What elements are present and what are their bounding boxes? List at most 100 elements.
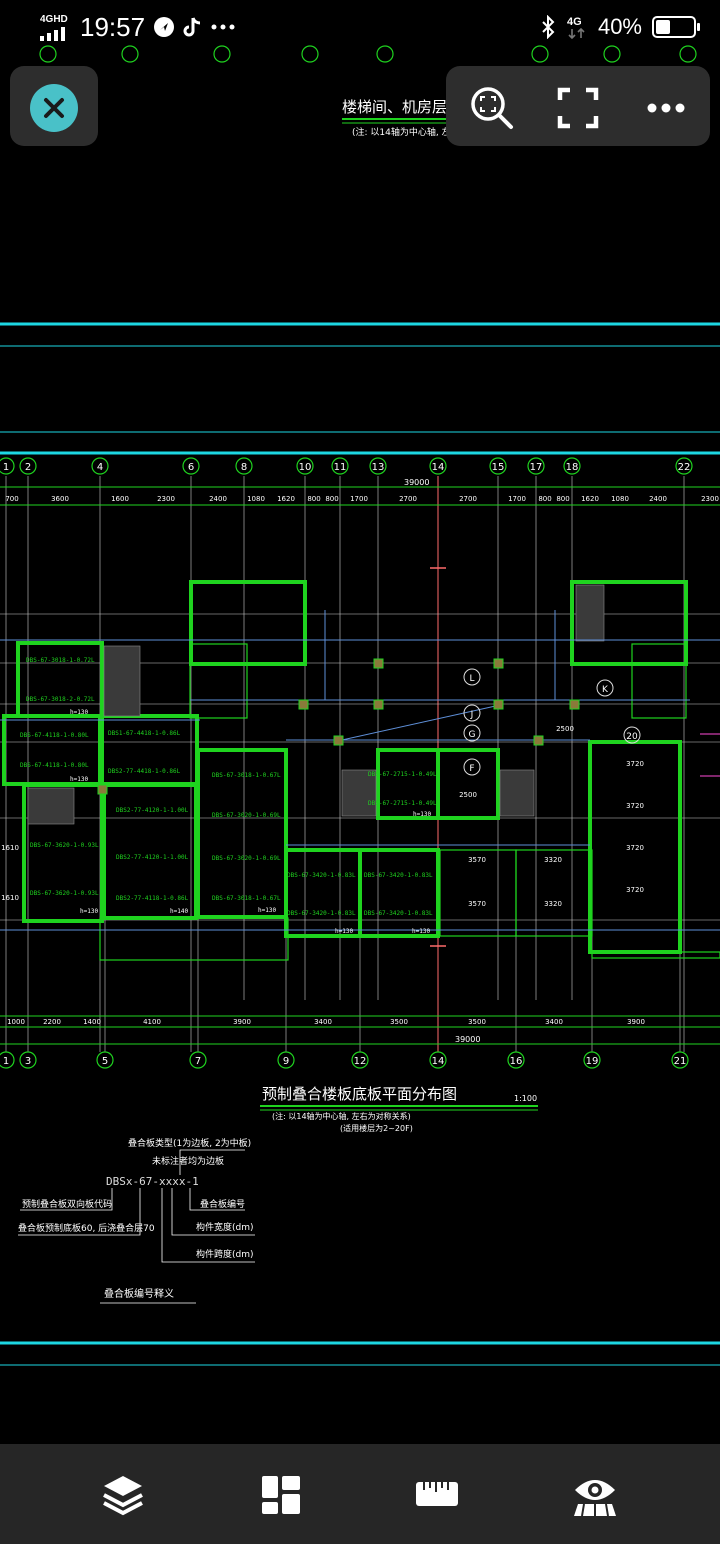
panel-label: DBS-67-3020-1-0.69L [212,812,281,819]
plan-note-2: (适用楼层为2~20F) [340,1123,413,1133]
layout-icon[interactable] [258,1472,304,1518]
dim: 1610 [1,844,19,852]
grid-letter: J [470,710,474,720]
legend-item: 预制叠合板双向板代码 [22,1198,112,1210]
grid-letter: K [602,685,609,695]
panel-label: DBS-67-3420-1-0.83L [364,872,433,879]
dim: 1700 [350,495,368,503]
dim: 3900 [627,1018,645,1026]
zoom-search-icon[interactable] [468,84,516,132]
dim: 3400 [545,1018,563,1026]
legend-item: 构件跨度(dm) [196,1248,254,1260]
layers-icon[interactable] [100,1472,146,1518]
dim: 1700 [508,495,526,503]
grid-letter: 20 [626,732,638,742]
mobile-data-icon: 4G [567,16,585,40]
legend-item: 构件宽度(dm) [196,1221,254,1233]
plan-title: 预制叠合楼板底板平面分布图 [262,1085,457,1103]
grid-letter: F [469,764,474,774]
dim: 2500 [556,725,574,733]
bottom-toolbar [0,1444,720,1544]
close-button[interactable] [10,66,98,146]
axis-label-top: 10 [299,462,312,473]
dim: 2300 [157,495,175,503]
axis-label-bottom: 1 [3,1056,9,1067]
dim: 3320 [544,856,562,864]
dim: 3720 [626,802,644,810]
panel-label: DBS-67-3420-1-0.83L [364,910,433,917]
axis-label-top: 4 [97,462,103,473]
panel-label: DBS-67-3018-1-0.72L [26,657,95,664]
panel-label: DBS-67-3020-1-0.69L [212,855,281,862]
battery-percent: 40% [597,14,642,39]
panel-label: DBS-67-2715-1-0.49L [368,771,437,778]
panel-label: DBS1-67-4418-1-0.86L [108,730,181,737]
plan-dims: 2500 2500 3570 3320 3570 3320 3720 3720 … [1,725,644,908]
axis-label-top: 18 [566,462,579,473]
panel-label: DBS-67-3018-1-0.67L [212,772,281,779]
panel-label: DBS2-77-4120-1-1.00L [116,807,189,814]
code-legend: DBSx-67-xxxx-1 叠合板类型(1为边板, 2为中板) 未标注者均为边… [18,1137,255,1304]
panel-label: DBS2-77-4120-1-1.00L [116,854,189,861]
legend-item: 未标注者均为边板 [152,1155,224,1167]
axis-label-bottom: 7 [195,1056,201,1067]
axis-label-top: 13 [372,462,385,473]
top-dim-row: 700 3600 1600 2300 2400 1080 1620 800 80… [5,495,719,503]
panel-label: DBS-67-3018-2-0.72L [26,696,95,703]
dim: 3500 [390,1018,408,1026]
dim: 3570 [468,856,486,864]
dim: 1600 [111,495,129,503]
dim: 1620 [277,495,295,503]
panel-label: DBS-67-2715-1-0.49L [368,800,437,807]
axis-label-top: 15 [492,462,505,473]
panel-label: h=130 [413,811,431,818]
dim: 2700 [399,495,417,503]
clock: 19:57 [80,12,146,42]
more-icon[interactable] [642,84,690,132]
legend-item: 叠合板类型(1为边板, 2为中板) [128,1137,251,1149]
network-signal-icon: 4GHD [40,13,72,41]
axis-label-top: 11 [334,462,347,473]
dim: 800 [325,495,338,503]
fullscreen-icon[interactable] [554,84,602,132]
panel-label: h=130 [70,709,88,716]
plan-note-1: (注: 以14轴为中心轴, 左右为对称关系) [272,1111,411,1121]
top-axis-row: 1 2 4 6 8 10 11 13 14 15 17 18 22 [0,457,693,475]
axis-label-bottom: 9 [283,1056,289,1067]
tiktok-icon [183,17,201,37]
top-drawing-title: 楼梯间、机房层屋 [342,98,462,116]
cad-drawing-canvas[interactable]: 楼梯间、机房层屋 (注: 以14轴为中心轴, 左右 39000 39000 1 … [0,40,720,1444]
total-dim-top: 39000 [404,478,429,487]
total-dim-bottom: 39000 [455,1035,480,1044]
ruler-icon[interactable] [414,1472,460,1518]
axis-label-bottom: 19 [586,1056,599,1067]
legend-code: DBSx-67-xxxx-1 [106,1175,199,1188]
dim: 2400 [209,495,227,503]
bottom-dim-row: 1000 2200 1400 4100 3900 3400 3500 3500 … [7,1018,645,1026]
dim: 1080 [611,495,629,503]
panel-label: h=130 [258,907,276,914]
axis-label-top: 2 [25,462,31,473]
dim: 800 [307,495,320,503]
panel-label: DBS2-77-4118-1-0.86L [116,895,189,902]
view-icon[interactable] [572,1472,618,1518]
dim: 3720 [626,844,644,852]
dim: 800 [538,495,551,503]
battery-icon [652,16,700,38]
bluetooth-icon [542,15,555,39]
axis-label-bottom: 12 [354,1056,367,1067]
panel-label: DBS-67-4118-1-0.80L [20,762,89,769]
navigation-icon [154,17,175,37]
dim: 2200 [43,1018,61,1026]
plan-scale: 1:100 [514,1094,537,1103]
dim: 3320 [544,900,562,908]
axis-label-top: 17 [530,462,543,473]
dim: 700 [5,495,18,503]
dim: 3400 [314,1018,332,1026]
dim: 3720 [626,760,644,768]
panel-label: DBS-67-3620-1-0.93L [30,842,99,849]
dim: 2500 [459,791,477,799]
dim: 1610 [1,894,19,902]
dim: 2300 [701,495,719,503]
axis-label-bottom: 14 [432,1056,445,1067]
